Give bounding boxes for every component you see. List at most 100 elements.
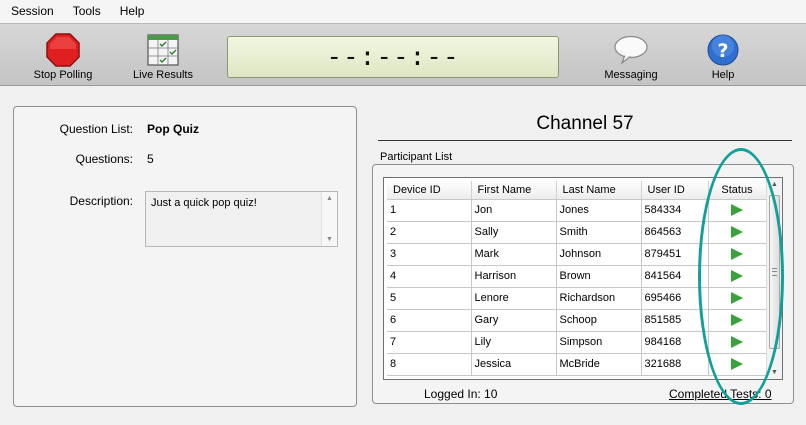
play-triangle-icon [731, 314, 743, 327]
cell-user-id: 864563 [641, 221, 709, 244]
column-header-first-name[interactable]: First Name [471, 181, 557, 200]
cell-status [708, 309, 767, 332]
svg-text:?: ? [717, 40, 728, 62]
messaging-label: Messaging [604, 69, 658, 81]
questions-value: 5 [147, 152, 154, 166]
cell-last-name: Brown [556, 265, 642, 288]
cell-device-id: 6 [387, 309, 472, 332]
cell-first-name: Jon [471, 199, 557, 222]
cell-last-name: Johnson [556, 243, 642, 266]
cell-user-id: 584334 [641, 199, 709, 222]
cell-device-id: 2 [387, 221, 472, 244]
menu-tools[interactable]: Tools [62, 0, 109, 23]
stop-polling-button[interactable]: Stop Polling [28, 24, 98, 86]
cell-status [708, 265, 767, 288]
play-triangle-icon [731, 358, 743, 371]
scroll-down-arrow-icon[interactable]: ▼ [771, 369, 778, 376]
help-label: Help [711, 69, 735, 81]
menu-bar: Session Tools Help [0, 0, 806, 23]
logged-in-count: Logged In: 10 [424, 387, 498, 401]
cell-device-id: 7 [387, 331, 472, 354]
description-textbox[interactable]: Just a quick pop quiz! ▲ ▼ [145, 191, 338, 247]
participant-grid: Device ID First Name Last Name User ID S… [387, 181, 767, 376]
cell-user-id: 879451 [641, 243, 709, 266]
cell-first-name: Gary [471, 309, 557, 332]
cell-device-id: 5 [387, 287, 472, 310]
participant-list-label: Participant List [380, 151, 453, 163]
cell-status [708, 287, 767, 310]
channel-title: Channel 57 [536, 113, 634, 134]
cell-first-name: Harrison [471, 265, 557, 288]
column-header-last-name[interactable]: Last Name [556, 181, 642, 200]
cell-first-name: Lenore [471, 287, 557, 310]
scroll-down-arrow-icon[interactable]: ▼ [326, 236, 333, 243]
cell-device-id: 4 [387, 265, 472, 288]
toolbar: Stop Polling Live Results --:--:-- Messa… [0, 23, 806, 86]
description-text: Just a quick pop quiz! [151, 197, 257, 209]
table-row[interactable]: 8 Jessica McBride 321688 [387, 353, 767, 376]
completed-tests-link[interactable]: Completed Tests: 0 [669, 387, 772, 401]
description-scrollbar[interactable]: ▲ ▼ [321, 192, 337, 246]
menu-help[interactable]: Help [109, 0, 153, 23]
table-row[interactable]: 3 Mark Johnson 879451 [387, 243, 767, 266]
timer-display: --:--:-- [227, 36, 559, 78]
column-header-user-id[interactable]: User ID [641, 181, 709, 200]
grip-line [772, 271, 777, 272]
quiz-info-panel: Question List: Pop Quiz Questions: 5 Des… [13, 106, 357, 407]
scrollbar-thumb[interactable] [769, 195, 780, 349]
cell-user-id: 321688 [641, 353, 709, 376]
cell-status [708, 243, 767, 266]
question-list-label: Question List: [59, 122, 133, 136]
cell-last-name: Smith [556, 221, 642, 244]
table-row[interactable]: 2 Sally Smith 864563 [387, 221, 767, 244]
description-label: Description: [69, 194, 133, 208]
question-list-value: Pop Quiz [147, 122, 199, 136]
stop-octagon-icon [46, 32, 80, 68]
messaging-button[interactable]: Messaging [598, 24, 664, 86]
questions-label: Questions: [75, 152, 133, 166]
table-header-row: Device ID First Name Last Name User ID S… [387, 181, 767, 200]
live-results-label: Live Results [133, 69, 193, 81]
cell-status [708, 331, 767, 354]
cell-last-name: Richardson [556, 287, 642, 310]
speech-bubble-icon [613, 32, 649, 68]
table-row[interactable]: 5 Lenore Richardson 695466 [387, 287, 767, 310]
play-triangle-icon [731, 226, 743, 239]
question-circle-icon: ? [707, 32, 739, 68]
cell-device-id: 1 [387, 199, 472, 222]
cell-last-name: Jones [556, 199, 642, 222]
table-row[interactable]: 4 Harrison Brown 841564 [387, 265, 767, 288]
cell-user-id: 695466 [641, 287, 709, 310]
cell-last-name: Schoop [556, 309, 642, 332]
cell-user-id: 851585 [641, 309, 709, 332]
cell-first-name: Jessica [471, 353, 557, 376]
cell-first-name: Sally [471, 221, 557, 244]
stop-polling-label: Stop Polling [33, 69, 93, 81]
menu-session[interactable]: Session [0, 0, 62, 23]
grid-checkmarks-icon [147, 32, 179, 68]
cell-device-id: 3 [387, 243, 472, 266]
play-triangle-icon [731, 204, 743, 217]
table-row[interactable]: 6 Gary Schoop 851585 [387, 309, 767, 332]
play-triangle-icon [731, 270, 743, 283]
scroll-up-arrow-icon[interactable]: ▲ [771, 181, 778, 188]
table-row[interactable]: 1 Jon Jones 584334 [387, 199, 767, 222]
table-scrollbar[interactable]: ▲ ▼ [766, 178, 782, 379]
help-button[interactable]: ? Help [695, 24, 751, 86]
live-results-button[interactable]: Live Results [128, 24, 198, 86]
table-row[interactable]: 7 Lily Simpson 984168 [387, 331, 767, 354]
cell-first-name: Lily [471, 331, 557, 354]
scroll-up-arrow-icon[interactable]: ▲ [326, 195, 333, 202]
play-triangle-icon [731, 336, 743, 349]
cell-last-name: Simpson [556, 331, 642, 354]
column-header-device-id[interactable]: Device ID [387, 181, 472, 200]
cell-status [708, 353, 767, 376]
cell-last-name: McBride [556, 353, 642, 376]
cell-device-id: 8 [387, 353, 472, 376]
participant-table: Device ID First Name Last Name User ID S… [383, 177, 783, 380]
channel-divider [378, 140, 792, 141]
cell-first-name: Mark [471, 243, 557, 266]
cell-status [708, 221, 767, 244]
cell-user-id: 841564 [641, 265, 709, 288]
column-header-status[interactable]: Status [708, 181, 767, 200]
